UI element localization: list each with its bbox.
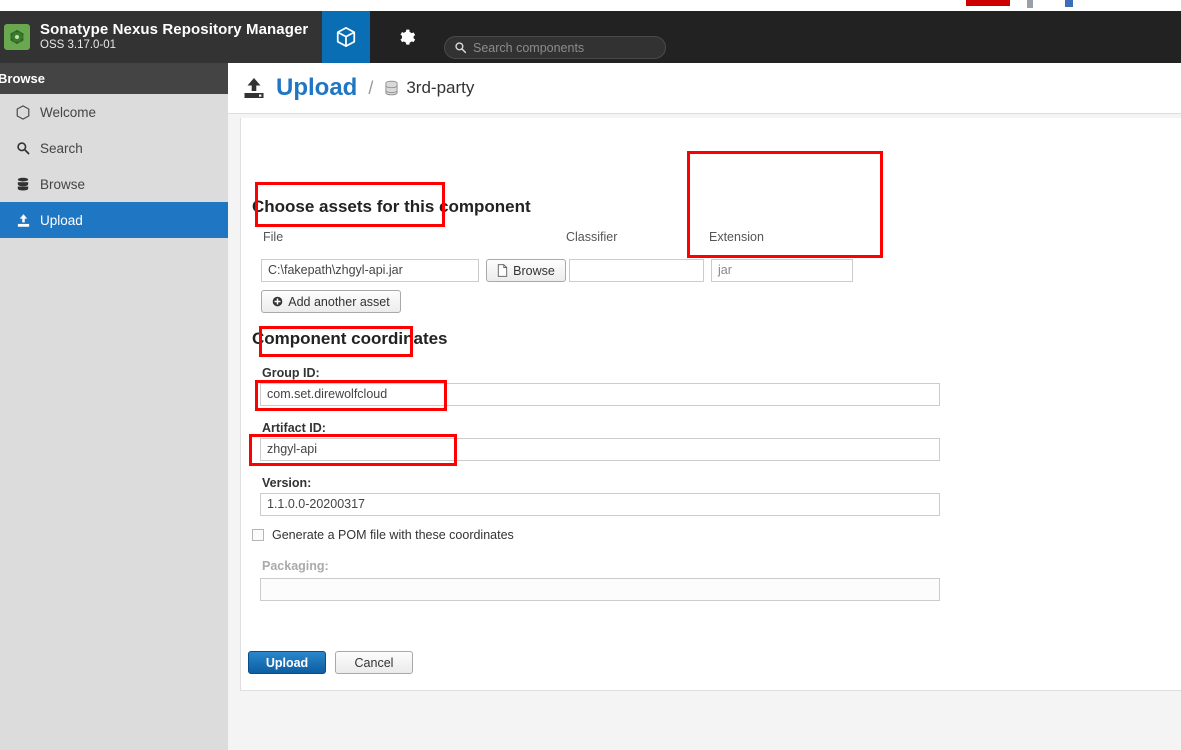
browser-fragment-grey [1027,0,1033,8]
classifier-input[interactable] [569,259,704,282]
browse-file-button-label: Browse [513,263,555,278]
browser-fragment-blue [1065,0,1073,7]
sidebar: Browse Welcome Search Browse Upload [0,63,228,750]
extension-input[interactable]: jar [711,259,853,282]
artifact-id-input[interactable]: zhgyl-api [260,438,940,461]
file-field-label: File [263,230,284,244]
brand-version: OSS 3.17.0-01 [40,39,117,52]
sidebar-nav-list: Welcome Search Browse Upload [0,94,228,238]
nexus-cube-glyph [10,29,24,45]
group-id-label: Group ID: [262,366,320,380]
admin-gear-button[interactable] [390,11,422,63]
sidebar-item-upload[interactable]: Upload [0,202,228,238]
search-icon [455,42,467,54]
generate-pom-checkbox[interactable] [252,529,264,541]
cancel-button[interactable]: Cancel [335,651,413,674]
version-label: Version: [262,476,312,490]
gear-icon [399,29,415,45]
screenshot-root: Sonatype Nexus Repository Manager OSS 3.… [0,0,1181,750]
brand-title: Sonatype Nexus Repository Manager [40,20,309,38]
database-icon [384,80,399,97]
breadcrumb-separator: / [368,77,374,98]
nexus-cube-logo-icon [4,24,30,50]
search-components-box[interactable]: Search components [444,36,666,59]
add-another-asset-button[interactable]: Add another asset [261,290,401,313]
brand-text: Sonatype Nexus Repository Manager OSS 3.… [40,20,309,53]
box-icon [336,26,356,48]
upload-icon [242,76,266,100]
sidebar-item-welcome[interactable]: Welcome [0,94,228,130]
sidebar-section-label: Browse [0,71,45,86]
breadcrumb-repository: 3rd-party [406,78,475,97]
add-another-asset-label: Add another asset [288,294,390,309]
classifier-field-label: Classifier [566,230,618,244]
page-title: Upload [276,74,358,101]
upload-submit-button[interactable]: Upload [248,651,326,674]
upload-form-panel: Choose assets for this component File Cl… [240,118,1181,691]
search-icon [10,141,36,155]
assets-section-title: Choose assets for this component [252,197,531,216]
sidebar-section-header: Browse [0,63,228,94]
packaging-input[interactable] [260,578,940,601]
browse-file-button[interactable]: Browse [486,259,566,282]
file-icon [497,264,508,277]
brand-block: Sonatype Nexus Repository Manager OSS 3.… [0,11,322,63]
sidebar-item-label-search: Search [40,140,83,156]
header-tab-browse[interactable] [322,11,370,72]
upload-icon [10,213,36,228]
sidebar-item-browse[interactable]: Browse [0,166,228,202]
artifact-id-label: Artifact ID: [262,421,326,435]
generate-pom-row[interactable]: Generate a POM file with these coordinat… [252,528,514,542]
sidebar-item-label-welcome: Welcome [40,104,97,120]
packaging-label: Packaging: [262,559,329,573]
coordinates-section-title: Component coordinates [252,329,448,348]
plus-circle-icon [272,296,283,307]
version-input[interactable]: 1.1.0.0-20200317 [260,493,940,516]
hexagon-icon [10,104,36,120]
sidebar-item-label-browse: Browse [40,176,86,192]
app-header: Sonatype Nexus Repository Manager OSS 3.… [0,11,1181,72]
file-input[interactable]: C:\fakepath\zhgyl-api.jar [261,259,479,282]
group-id-input[interactable]: com.set.direwolfcloud [260,383,940,406]
sidebar-item-search[interactable]: Search [0,130,228,166]
sidebar-item-label-upload: Upload [40,212,83,228]
extension-field-label: Extension [709,230,764,244]
browser-chrome-strip [0,0,1181,11]
main-content: Upload / 3rd-party Choose assets for thi… [228,63,1181,750]
page-title-bar: Upload / 3rd-party [228,63,1181,114]
search-input-placeholder: Search components [473,40,585,55]
generate-pom-label: Generate a POM file with these coordinat… [272,528,514,542]
database-icon [10,177,36,192]
browser-fragment-red [966,0,1010,6]
